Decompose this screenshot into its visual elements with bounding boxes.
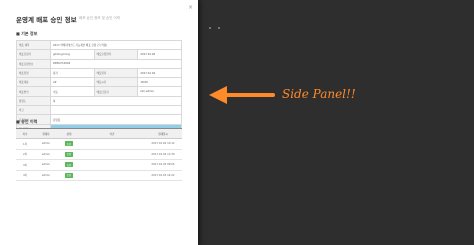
status-cell: 승인 — [58, 170, 80, 181]
side-panel: × 운영계 배포 승인 정보 배포 승인 정보 및 승인 이력 ■ 기본 정보 … — [0, 0, 198, 245]
status-badge: 승인 — [64, 141, 74, 147]
table-row: 3차 admin 승인 2017.01.03 09:05 — [16, 159, 182, 171]
column-header: 상태 — [58, 128, 80, 139]
status-cell: 승인 — [58, 149, 80, 160]
info-row: 배포방식 수동 배포담당자 kim.admin — [16, 86, 182, 97]
info-value: 수동 — [50, 86, 95, 97]
panel-title: 운영계 배포 승인 정보 — [16, 16, 77, 24]
comment-cell — [80, 170, 144, 181]
basic-info-table: 배포 제목 2017 카메라테스트 기능개선 배포 요청 건 (적용) 배포요청… — [16, 39, 182, 134]
approver-cell: admin — [34, 170, 58, 181]
info-label: 배포담당자 — [93, 86, 139, 97]
info-label: 배포시간 — [93, 77, 139, 88]
approval-history-table: 차수 결재자 상태 의견 결재일시 1차 admin 승인 2017.01.02… — [16, 128, 182, 181]
info-row: 배포대상 AP 배포시간 18:00 — [16, 77, 182, 88]
approver-cell: admin — [34, 159, 58, 171]
column-header: 결재일시 — [144, 128, 182, 139]
comment-cell — [80, 159, 144, 171]
info-label: 배포요청일자 — [93, 49, 139, 60]
info-value: 정기 — [50, 67, 95, 79]
info-value: 하 — [50, 95, 182, 107]
table-row: 4차 admin 승인 2017.01.03 14:22 — [16, 170, 182, 181]
status-cell: 승인 — [58, 138, 80, 150]
info-row: 배포요청자 gildong.hong 배포요청일자 2017.01.02 — [16, 49, 182, 60]
info-row: 배포유형 정기 배포일자 2017.01.04 — [16, 67, 182, 79]
status-badge: 승인 — [64, 151, 74, 157]
status-badge: 승인 — [64, 162, 74, 168]
info-label: 배포 제목 — [16, 39, 51, 51]
history-section-title: ■ 승인 이력 — [16, 119, 38, 124]
column-header: 결재자 — [34, 128, 58, 139]
approver-cell: admin — [34, 138, 58, 150]
info-row: 배포요청번호 DEPLOY-0002 — [16, 58, 182, 69]
info-row: 요청부서 운영팀 — [16, 114, 182, 125]
info-row: 영향도 하 — [16, 95, 182, 107]
column-header: 차수 — [16, 128, 34, 139]
datetime-cell: 2017.01.03 14:22 — [144, 170, 182, 181]
info-label: 배포대상 — [16, 77, 51, 88]
comment-cell — [80, 149, 144, 160]
panel-subtitle: 배포 승인 정보 및 승인 이력 — [79, 16, 120, 20]
status-badge: 승인 — [64, 172, 74, 178]
info-row: 배포 제목 2017 카메라테스트 기능개선 배포 요청 건 (적용) — [16, 39, 182, 51]
info-value: 운영팀 — [50, 114, 182, 125]
annotation-label: Side Panel!! — [282, 87, 356, 101]
datetime-cell: 2017.01.02 10:12 — [144, 138, 182, 150]
info-value: kim.admin — [137, 86, 182, 97]
info-value — [50, 105, 182, 116]
step-cell: 4차 — [16, 170, 34, 181]
table-row: 2차 admin 승인 2017.01.02 11:30 — [16, 149, 182, 160]
info-label: 배포일자 — [93, 67, 139, 79]
table-row: 1차 admin 승인 2017.01.02 10:12 — [16, 138, 182, 150]
info-label: 비고 — [16, 105, 51, 116]
column-header: 의견 — [80, 128, 144, 139]
table-header-row: 차수 결재자 상태 의견 결재일시 — [16, 128, 182, 139]
info-label: 영향도 — [16, 95, 51, 107]
info-label: 배포요청자 — [16, 49, 51, 60]
step-cell: 1차 — [16, 138, 34, 150]
info-value: 2017.01.04 — [137, 67, 182, 79]
overlay-dot — [218, 27, 220, 29]
info-value: AP — [50, 77, 95, 88]
info-value: 2017.01.02 — [137, 49, 182, 60]
basic-info-section-title: ■ 기본 정보 — [16, 31, 38, 36]
approver-cell: admin — [34, 149, 58, 160]
overlay-dot — [209, 27, 211, 29]
info-value: 18:00 — [137, 77, 182, 88]
info-row: 비고 — [16, 105, 182, 116]
datetime-cell: 2017.01.03 09:05 — [144, 159, 182, 171]
info-label: 배포유형 — [16, 67, 51, 79]
step-cell: 2차 — [16, 149, 34, 160]
info-label: 배포방식 — [16, 86, 51, 97]
status-cell: 승인 — [58, 159, 80, 171]
step-cell: 3차 — [16, 159, 34, 171]
info-value: DEPLOY-0002 — [50, 58, 182, 69]
datetime-cell: 2017.01.02 11:30 — [144, 149, 182, 160]
info-value: gildong.hong — [50, 49, 95, 60]
close-icon[interactable]: × — [188, 4, 193, 11]
info-value: 2017 카메라테스트 기능개선 배포 요청 건 (적용) — [50, 39, 182, 51]
comment-cell — [80, 138, 144, 150]
info-label: 배포요청번호 — [16, 58, 51, 69]
